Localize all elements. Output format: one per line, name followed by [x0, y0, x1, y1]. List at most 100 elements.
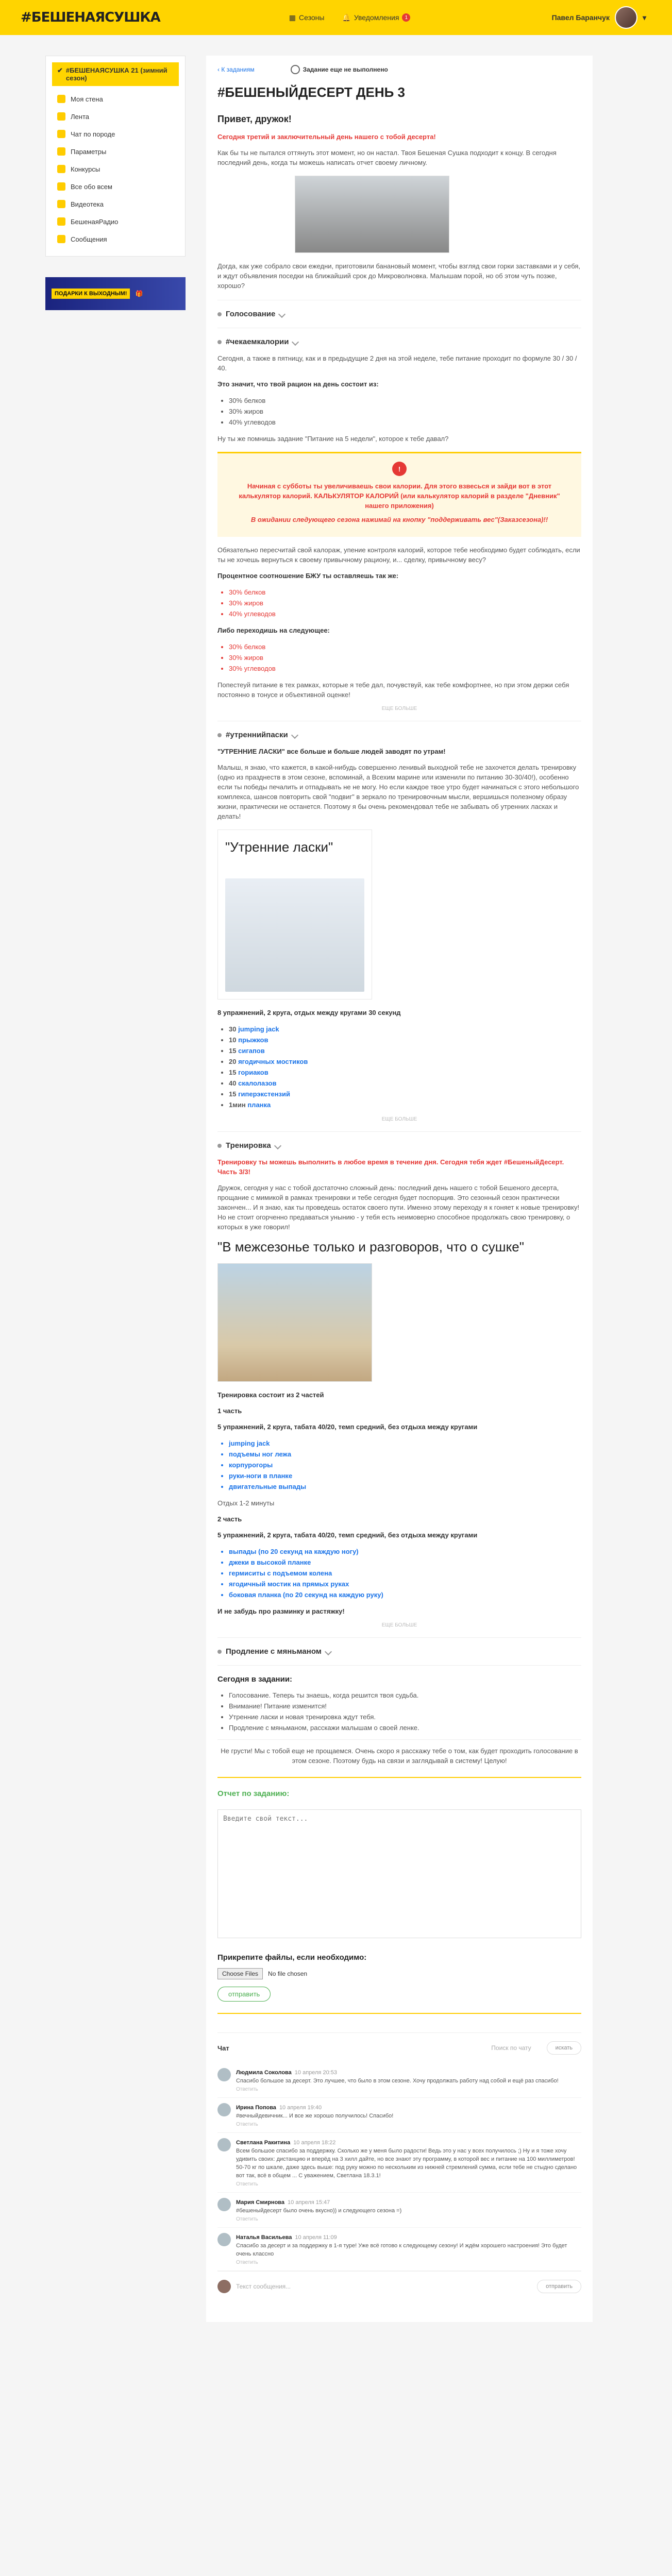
- kbju-list-title: Это значит, что твой рацион на день сост…: [217, 380, 379, 388]
- sidebar-item-about[interactable]: Все обо всем: [46, 178, 185, 195]
- sidebar-label: Чат по породе: [71, 130, 115, 138]
- user-menu[interactable]: Павел Баранчук ▾: [552, 6, 646, 29]
- report-textarea[interactable]: [217, 1809, 581, 1938]
- top-bar: #БЕШЕНАЯСУШКА ▦ Сезоны 🔔 Уведомления 1 Паве…: [0, 0, 672, 35]
- exercise-link[interactable]: планка: [247, 1101, 271, 1109]
- more-link[interactable]: ЕЩЕ БОЛЬШЕ: [217, 1622, 581, 1628]
- bullet-icon: [217, 1143, 222, 1148]
- exercise-item: 15 гиперэкстензий: [229, 1089, 581, 1099]
- sidebar-item-feed[interactable]: Лента: [46, 108, 185, 125]
- sidebar-item-messages[interactable]: Сообщения: [46, 230, 185, 248]
- section-morning: #утреннийпаски "УТРЕННИЕ ЛАСКИ" все боль…: [217, 721, 581, 1122]
- sidebar-season[interactable]: ✔ #БЕШЕНАЯСУШКА 21 (зимний сезон): [52, 62, 179, 86]
- reply-link[interactable]: Ответить: [236, 2122, 393, 2127]
- comment-author[interactable]: Людмила Соколова: [236, 2070, 292, 2076]
- part1-title: 1 часть: [217, 1407, 242, 1415]
- sidebar-item-wall[interactable]: Моя стена: [46, 90, 185, 108]
- divider: [217, 2013, 581, 2014]
- exercise-count: 15: [229, 1069, 237, 1076]
- sidebar-item-video[interactable]: Видеотека: [46, 195, 185, 213]
- message-input[interactable]: Текст сообщения...: [236, 2283, 532, 2290]
- comment: Наталья Васильева 10 апреля 11:09 Спасибо …: [217, 2228, 581, 2271]
- sidebar-label: Видеотека: [71, 200, 104, 208]
- sidebar-item-radio[interactable]: БешенаяРадио: [46, 213, 185, 230]
- morning-paragraph: Малыш, я знаю, что кажется, в какой-нибу…: [217, 764, 579, 820]
- exercise-link[interactable]: прыжков: [238, 1036, 268, 1044]
- exercise-link[interactable]: выпады (по 20 секунд на каждую ногу): [229, 1546, 581, 1557]
- comment: Людмила Соколова 10 апреля 20:53 Спасибо б…: [217, 2063, 581, 2098]
- no-file-text: No file chosen: [268, 1970, 308, 1977]
- section-title: Голосование: [226, 310, 276, 318]
- avatar: [217, 2138, 231, 2151]
- logo[interactable]: #БЕШЕНАЯСУШКА: [21, 10, 161, 25]
- exercise-count: 20: [229, 1058, 237, 1065]
- exercise-link[interactable]: сигапов: [238, 1047, 265, 1055]
- reply-link[interactable]: Ответить: [236, 2216, 401, 2222]
- kbju-paragraph-3: Обязательно пересчитай свой калораж, упе…: [217, 546, 580, 564]
- exercise-link[interactable]: джеки в высокой планке: [229, 1557, 581, 1568]
- exercise-link[interactable]: подъемы ног лежа: [229, 1449, 581, 1460]
- rest-text: Отдых 1-2 минуты: [217, 1499, 275, 1507]
- nav-seasons[interactable]: ▦ Сезоны: [289, 13, 325, 22]
- radio-icon: [57, 217, 65, 226]
- list-item: 30% жиров: [229, 598, 581, 608]
- chat-search-input[interactable]: Поиск по чату: [491, 2044, 531, 2052]
- section-vote[interactable]: Голосование: [217, 300, 581, 318]
- list-item: 30% углеводов: [229, 663, 581, 674]
- nav-notifications[interactable]: 🔔 Уведомления 1: [342, 13, 411, 22]
- training-paragraph: Дружок, сегодня у нас с тобой достаточно…: [217, 1184, 579, 1231]
- task-status: Задание еще не выполнено: [290, 65, 388, 74]
- section-sale[interactable]: Продление с мяньманом: [217, 1637, 581, 1656]
- morning-plan: 8 упражнений, 2 круга, отдых между круга…: [217, 1009, 401, 1016]
- comment-author[interactable]: Ирина Попова: [236, 2105, 276, 2111]
- exercise-link[interactable]: скалолазов: [238, 1079, 276, 1087]
- exercise-link[interactable]: боковая планка (по 20 секунд на каждую р…: [229, 1589, 581, 1600]
- exercise-link[interactable]: корпурогоры: [229, 1460, 581, 1470]
- exercise-link[interactable]: двигательные выпады: [229, 1481, 581, 1492]
- page-title: #БЕШЕНЫЙДЕСЕРТ ДЕНЬ 3: [217, 84, 405, 100]
- comment: Ирина Попова 10 апреля 19:40 #вечныйдевичн…: [217, 2098, 581, 2133]
- today-paragraph: Не грусти! Мы с тобой еще не прощаемся. …: [221, 1747, 578, 1765]
- reply-link[interactable]: Ответить: [236, 2181, 581, 2187]
- reply-link[interactable]: Ответить: [236, 2087, 559, 2092]
- exercise-item: 15 гориаков: [229, 1067, 581, 1078]
- exercise-link[interactable]: ягодичных мостиков: [238, 1058, 308, 1065]
- send-button[interactable]: отправить: [537, 2280, 581, 2293]
- sidebar-label: Моя стена: [71, 95, 103, 103]
- exercise-link[interactable]: гермиситы с подъемом колена: [229, 1568, 581, 1579]
- more-link[interactable]: ЕЩЕ БОЛЬШЕ: [217, 706, 581, 711]
- exercise-count: 1мин: [229, 1101, 246, 1109]
- section-header[interactable]: Тренировка: [217, 1141, 581, 1150]
- sidebar-item-contests[interactable]: Конкурсы: [46, 160, 185, 178]
- comment: Мария Смирнова 10 апреля 15:47 #бешеныйдес…: [217, 2193, 581, 2228]
- reply-link[interactable]: Ответить: [236, 2260, 581, 2265]
- choose-files-button[interactable]: Choose Files: [217, 1968, 263, 1979]
- chat-search-button[interactable]: искать: [546, 2041, 581, 2055]
- list-item: 30% жиров: [229, 652, 581, 663]
- list-item: 30% белков: [229, 395, 581, 406]
- section-header[interactable]: #чекаемкалории: [217, 337, 581, 346]
- part2-title: 2 часть: [217, 1515, 242, 1523]
- comment-author[interactable]: Светлана Ракитина: [236, 2140, 290, 2146]
- exercise-link[interactable]: гориаков: [238, 1069, 268, 1076]
- comment-author[interactable]: Наталья Васильева: [236, 2234, 292, 2241]
- submit-report-button[interactable]: отправить: [217, 1987, 271, 2002]
- morning-exercises: 30 jumping jack 10 прыжков 15 сигапов 20…: [217, 1024, 581, 1110]
- comment-author[interactable]: Мария Смирнова: [236, 2199, 284, 2206]
- greeting: Привет, дружок!: [217, 114, 292, 124]
- promo-banner[interactable]: ПОДАРКИ К ВЫХОДНЫМ! 🎁: [45, 277, 186, 310]
- message-composer: Текст сообщения... отправить: [217, 2271, 581, 2301]
- sidebar-item-chat[interactable]: Чат по породе: [46, 125, 185, 143]
- exercise-link[interactable]: руки-ноги в планке: [229, 1470, 581, 1481]
- section-header[interactable]: #утреннийпаски: [217, 731, 581, 739]
- kbju-paragraph: Сегодня, а также в пятницу, как и в пред…: [217, 354, 577, 372]
- back-link[interactable]: ‹ К заданиям: [217, 66, 255, 73]
- exercise-link[interactable]: ягодичный мостик на прямых руках: [229, 1579, 581, 1589]
- exercise-link[interactable]: jumping jack: [238, 1025, 279, 1033]
- exercise-link[interactable]: гиперэкстензий: [238, 1090, 290, 1098]
- sidebar-item-params[interactable]: Параметры: [46, 143, 185, 160]
- exercise-link[interactable]: jumping jack: [229, 1438, 581, 1449]
- more-link[interactable]: ЕЩЕ БОЛЬШЕ: [217, 1116, 581, 1122]
- training-parts: Тренировка состоит из 2 частей: [217, 1391, 324, 1399]
- feed-icon: [57, 112, 65, 121]
